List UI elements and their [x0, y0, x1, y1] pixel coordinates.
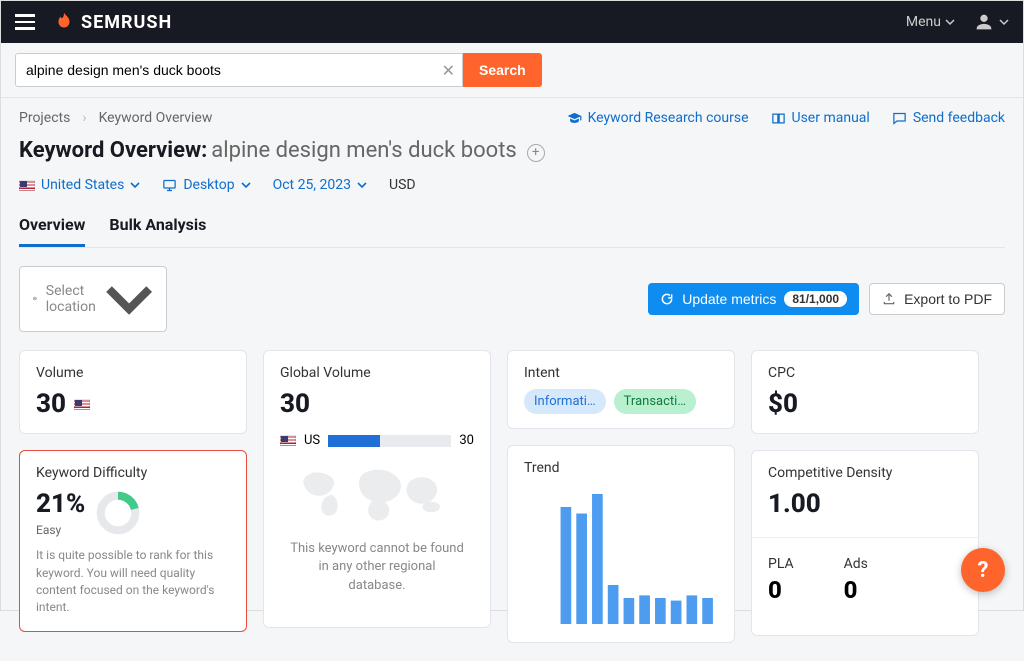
- add-keyword-button[interactable]: +: [527, 144, 545, 162]
- refresh-icon: [660, 292, 674, 306]
- country-filter[interactable]: United States: [19, 177, 140, 193]
- trend-label: Trend: [524, 460, 718, 476]
- volume-card: Volume 30: [19, 350, 247, 434]
- us-flag-icon: [280, 435, 296, 446]
- gv-value: 30: [280, 389, 474, 419]
- trend-card: Trend: [507, 445, 735, 643]
- help-fab-button[interactable]: ?: [961, 548, 1005, 592]
- chevron-down-icon: [945, 17, 955, 27]
- cpc-card: CPC $0: [751, 350, 979, 434]
- tab-bar: Overview Bulk Analysis: [19, 215, 1005, 248]
- update-metrics-button[interactable]: Update metrics 81/1,000: [648, 283, 859, 315]
- chat-icon: [892, 111, 907, 126]
- desktop-icon: [162, 178, 177, 193]
- gv-country-row: US 30: [280, 433, 474, 448]
- user-manual-link[interactable]: User manual: [771, 110, 870, 126]
- chevron-right-icon: ›: [82, 110, 86, 126]
- intent-label: Intent: [524, 365, 718, 381]
- cpc-label: CPC: [768, 365, 962, 381]
- flame-icon: [53, 11, 75, 33]
- page-title: Keyword Overview:: [19, 138, 207, 163]
- chevron-down-icon: [357, 180, 367, 190]
- device-filter[interactable]: Desktop: [162, 177, 250, 193]
- chevron-down-icon: [999, 17, 1009, 27]
- book-icon: [771, 111, 786, 126]
- volume-value: 30: [36, 389, 230, 419]
- kd-label: Keyword Difficulty: [36, 465, 230, 481]
- keyword-search-input[interactable]: [15, 53, 463, 87]
- us-flag-icon: [74, 399, 90, 410]
- us-flag-icon: [19, 180, 35, 191]
- gv-label: Global Volume: [280, 365, 474, 381]
- brand-logo[interactable]: SEMRUSH: [53, 11, 172, 33]
- graduation-cap-icon: [567, 111, 582, 126]
- kd-description: It is quite possible to rank for this ke…: [36, 547, 230, 617]
- global-volume-card: Global Volume 30 US 30: [263, 350, 491, 628]
- upload-icon: [882, 292, 896, 306]
- metrics-quota-pill: 81/1,000: [784, 291, 847, 307]
- ads-value: 0: [844, 576, 868, 604]
- intent-badge-transactional: Transacti…: [614, 389, 696, 414]
- toolbar: Select location Update metrics 81/1,000 …: [19, 266, 1005, 332]
- clear-input-icon[interactable]: ✕: [442, 61, 455, 80]
- intent-badge-informational: Informati…: [524, 389, 606, 414]
- intent-card: Intent Informati… Transacti…: [507, 350, 735, 429]
- select-location-dropdown[interactable]: Select location: [19, 266, 167, 332]
- tab-bulk-analysis[interactable]: Bulk Analysis: [109, 215, 206, 247]
- keyword-difficulty-card: Keyword Difficulty 21% Easy It is quite …: [19, 450, 247, 632]
- cd-value: 1.00: [768, 489, 962, 519]
- chevron-down-icon: [104, 274, 154, 324]
- breadcrumb-current: Keyword Overview: [99, 110, 213, 126]
- cpc-value: $0: [768, 389, 962, 419]
- breadcrumb: Projects › Keyword Overview: [19, 110, 212, 126]
- export-pdf-button[interactable]: Export to PDF: [869, 283, 1005, 315]
- user-menu[interactable]: [973, 11, 1009, 33]
- keyword-research-course-link[interactable]: Keyword Research course: [567, 110, 749, 126]
- breadcrumb-root[interactable]: Projects: [19, 110, 70, 126]
- hamburger-menu[interactable]: [15, 14, 35, 30]
- help-links: Keyword Research course User manual Send…: [567, 110, 1005, 126]
- menu-dropdown[interactable]: Menu: [906, 14, 955, 30]
- chevron-down-icon: [241, 180, 251, 190]
- page-title-row: Keyword Overview: alpine design men's du…: [19, 138, 1005, 163]
- pla-value: 0: [768, 576, 794, 604]
- currency-label: USD: [389, 177, 416, 193]
- tab-overview[interactable]: Overview: [19, 215, 85, 247]
- pla-label: PLA: [768, 556, 794, 572]
- competitive-density-card: Competitive Density 1.00 PLA 0 Ads 0: [751, 450, 979, 636]
- search-bar: ✕ Search: [1, 43, 1023, 98]
- brand-text: SEMRUSH: [81, 12, 172, 33]
- chevron-down-icon: [130, 180, 140, 190]
- top-bar: SEMRUSH Menu: [1, 1, 1023, 43]
- location-pin-icon: [32, 292, 38, 306]
- send-feedback-link[interactable]: Send feedback: [892, 110, 1005, 126]
- gv-note: This keyword cannot be found in any othe…: [280, 540, 474, 595]
- cd-label: Competitive Density: [768, 465, 962, 481]
- filter-row: United States Desktop Oct 25, 2023 USD: [19, 177, 1005, 193]
- ads-label: Ads: [844, 556, 868, 572]
- user-icon: [973, 11, 995, 33]
- search-button[interactable]: Search: [463, 53, 542, 87]
- kd-donut-icon: [95, 490, 141, 536]
- date-filter[interactable]: Oct 25, 2023: [273, 177, 367, 193]
- kd-level: Easy: [36, 523, 85, 537]
- trend-bar-chart: [524, 494, 718, 624]
- page-title-keyword: alpine design men's duck boots: [211, 138, 516, 163]
- kd-value: 21%: [36, 489, 85, 519]
- gv-bar: [328, 435, 451, 447]
- world-map-icon: [280, 458, 474, 528]
- volume-label: Volume: [36, 365, 230, 381]
